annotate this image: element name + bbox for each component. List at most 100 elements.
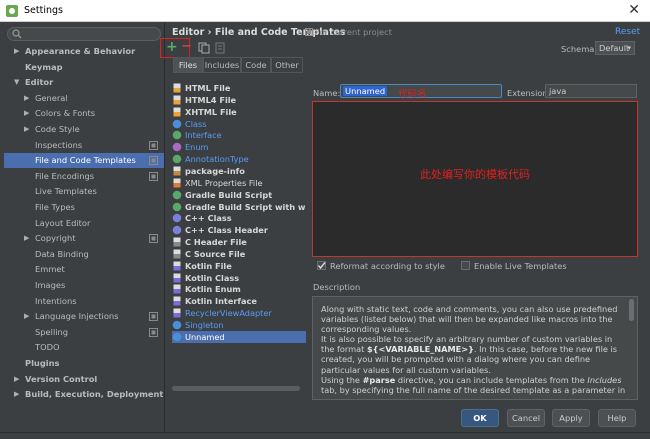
sidebar-item[interactable]: File Encodings [4,169,164,184]
sidebar-item[interactable]: Data Binding [4,247,164,262]
tab-files[interactable]: Files [173,57,203,73]
sidebar-item[interactable]: TODO [4,340,164,355]
project-scope-icon [149,140,158,150]
template-list-item[interactable]: Interface [172,129,306,141]
template-list-item[interactable]: C Header File [172,236,306,248]
template-list-item[interactable]: Kotlin File [172,260,306,272]
sidebar-item[interactable]: Keymap [4,60,164,75]
chevron-right-icon[interactable]: ▶ [24,122,29,137]
description-label: Description [313,282,361,292]
tab-includes[interactable]: Includes [203,57,241,73]
sidebar-item[interactable]: ▶ General [4,91,164,106]
project-scope-icon [149,327,158,337]
template-list-item[interactable]: Kotlin Class [172,272,306,284]
sidebar-item[interactable]: Spelling [4,325,164,340]
template-list-item[interactable]: Kotlin Enum [172,283,306,295]
html-file-icon [173,83,181,93]
template-list-item[interactable]: Class [172,118,306,130]
java-file-icon [173,166,181,176]
description-scrollbar[interactable] [629,299,634,321]
template-list-item[interactable]: Enum [172,141,306,153]
file-list-scrollbar[interactable] [172,386,300,391]
template-list-item[interactable]: HTML4 File [172,94,306,106]
kotlin-file-icon [173,296,181,306]
template-list-item[interactable]: XHTML File [172,106,306,118]
chevron-right-icon[interactable]: ▶ [24,106,29,121]
sidebar-item[interactable]: ▶ Language Injections [4,309,164,324]
sidebar-item[interactable]: File Types [4,200,164,215]
sidebar-item[interactable]: ▶ Build, Execution, Deployment [4,387,164,402]
schema-select[interactable]: Default ▾ [595,41,635,55]
description-paragraph-3: Using the #parse directive, you can incl… [321,374,626,395]
chevron-right-icon[interactable]: ▶ [14,372,19,387]
remove-template-icon[interactable]: − [181,40,195,55]
template-list-item[interactable]: C Source File [172,248,306,260]
template-file-list: HTML File HTML4 File XHTML File Class Interf… [172,80,306,392]
template-list-item[interactable]: C++ Class [172,212,306,224]
cancel-button[interactable]: Cancel [507,409,545,427]
cpp-class-icon [172,225,182,235]
template-list-item[interactable]: C++ Class Header [172,224,306,236]
reset-template-icon[interactable] [214,42,226,54]
chevron-right-icon[interactable]: ▶ [14,44,19,59]
add-template-icon[interactable]: + [166,40,180,55]
template-code-editor[interactable]: 此处编写你的模板代码 [312,101,638,257]
sidebar-item[interactable]: Live Templates [4,184,164,199]
close-icon[interactable]: ✕ [628,2,640,18]
tab-other[interactable]: Other [271,57,303,73]
settings-sidebar: ▶ Appearance & Behavior Keymap ▼ Editor ▶ Gene… [4,24,164,432]
settings-search-input[interactable] [7,27,161,41]
sidebar-item[interactable]: ▼ Editor [4,75,164,90]
reformat-checkbox[interactable] [317,261,326,270]
tab-code[interactable]: Code [241,57,271,73]
ok-button[interactable]: OK [461,409,499,427]
sidebar-item[interactable]: ▶ Version Control [4,372,164,387]
sidebar-item-label: Intentions [35,295,77,306]
template-list-item[interactable]: HTML File [172,82,306,94]
chevron-right-icon[interactable]: ▶ [14,387,19,402]
sidebar-item[interactable]: Images [4,278,164,293]
template-list-item[interactable]: Kotlin Interface [172,295,306,307]
template-list-label: Kotlin Enum [185,284,241,295]
chevron-right-icon[interactable]: ▶ [24,309,29,324]
sidebar-item[interactable]: ▶ Colors & Fonts [4,106,164,121]
template-list-label: AnnotationType [185,154,249,165]
sidebar-item[interactable]: File and Code Templates [4,153,164,169]
html-file-icon [173,95,181,105]
template-list-item[interactable]: AnnotationType [172,153,306,165]
checkmark-icon [317,262,326,270]
editor-annotation: 此处编写你的模板代码 [420,168,530,181]
help-button[interactable]: Help [598,409,636,427]
xml-file-icon [173,178,181,188]
template-list-item[interactable]: XML Properties File [172,177,306,189]
reset-link[interactable]: Reset [615,27,640,37]
sidebar-item-label: Inspections [35,139,83,150]
extension-input[interactable]: java [545,84,637,98]
template-list-item[interactable]: package-info [172,165,306,177]
sidebar-item[interactable]: Plugins [4,356,164,371]
sidebar-item[interactable]: Emmet [4,262,164,277]
chevron-down-icon[interactable]: ▼ [14,75,19,90]
apply-button[interactable]: Apply [552,409,590,427]
template-list-item[interactable]: Gradle Build Script [172,189,306,201]
sidebar-item[interactable]: ▶ Copyright [4,231,164,246]
sidebar-item-label: Appearance & Behavior [25,46,136,56]
sidebar-item[interactable]: Intentions [4,294,164,309]
sidebar-item[interactable]: ▶ Appearance & Behavior [4,44,164,59]
template-list-label: XHTML File [185,106,237,117]
chevron-right-icon[interactable]: ▶ [24,91,29,106]
sidebar-item[interactable]: Layout Editor [4,216,164,231]
copy-template-icon[interactable] [198,42,210,54]
template-list-item[interactable]: Unnamed [172,330,306,343]
template-list-item[interactable]: Gradle Build Script with wrappe [172,201,306,213]
kotlin-file-icon [173,308,181,318]
template-list-item[interactable]: RecyclerViewAdapter [172,307,306,319]
template-list-label: Kotlin Interface [185,296,257,307]
sidebar-item[interactable]: Inspections [4,138,164,153]
sidebar-item[interactable]: ▶ Code Style [4,122,164,137]
description-panel[interactable]: Along with static text, code and comment… [312,296,638,400]
chevron-right-icon[interactable]: ▶ [24,231,29,246]
sidebar-divider [164,22,165,432]
template-list-item[interactable]: Singleton [172,319,306,331]
live-templates-checkbox[interactable] [461,261,470,270]
